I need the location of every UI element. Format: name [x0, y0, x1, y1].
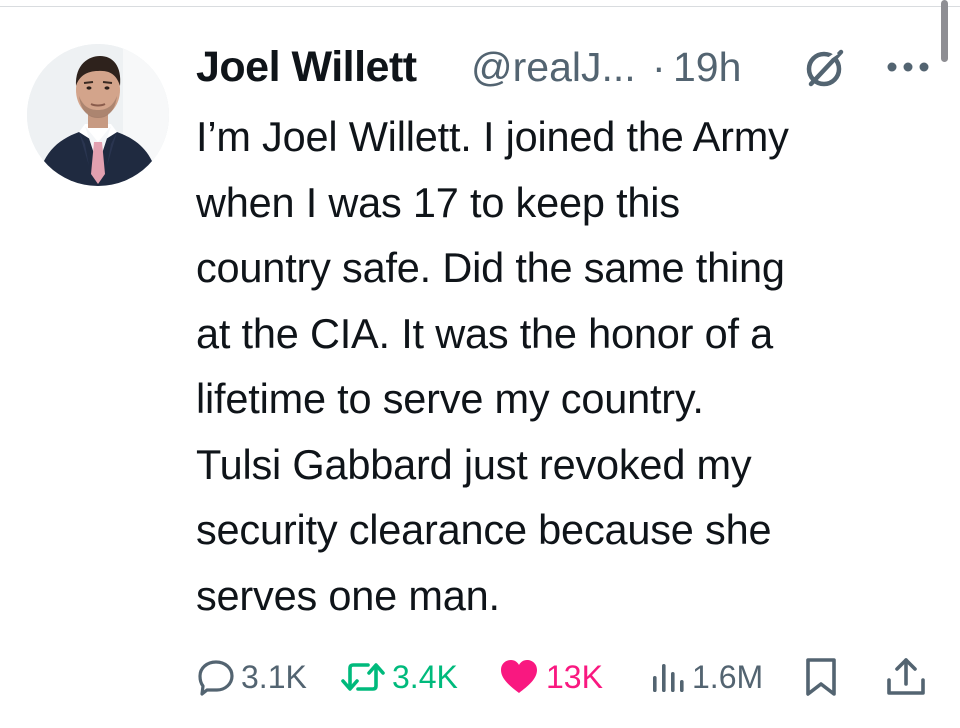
grok-icon[interactable]	[801, 46, 849, 90]
tweet-header: Joel Willett @realJ... · 19h	[196, 41, 936, 93]
retweet-icon	[341, 663, 385, 691]
more-options-icon[interactable]	[884, 53, 932, 81]
scroll-indicator[interactable]	[941, 0, 948, 62]
timestamp[interactable]: 19h	[673, 41, 741, 93]
views-icon	[653, 664, 684, 692]
like-count: 13K	[546, 659, 603, 695]
share-icon[interactable]	[884, 656, 928, 698]
profile-photo	[27, 44, 169, 186]
reply-button[interactable]: 3.1K	[197, 650, 307, 704]
heart-icon	[501, 660, 537, 693]
avatar[interactable]	[27, 44, 169, 186]
views-count: 1.6M	[692, 659, 764, 695]
author-handle[interactable]: @realJ...	[471, 41, 636, 93]
like-button[interactable]: 13K	[498, 650, 603, 704]
bookmark-icon[interactable]	[803, 656, 839, 698]
reply-count: 3.1K	[241, 659, 307, 695]
retweet-button[interactable]: 3.4K	[340, 650, 458, 704]
author-name[interactable]: Joel Willett	[196, 41, 417, 93]
separator-dot: ·	[652, 44, 666, 90]
top-divider	[0, 6, 960, 7]
retweet-count: 3.4K	[392, 659, 458, 695]
views-button[interactable]: 1.6M	[650, 650, 763, 704]
reply-icon	[198, 660, 234, 696]
tweet-text: I’m Joel Willett. I joined the Army when…	[196, 113, 789, 619]
